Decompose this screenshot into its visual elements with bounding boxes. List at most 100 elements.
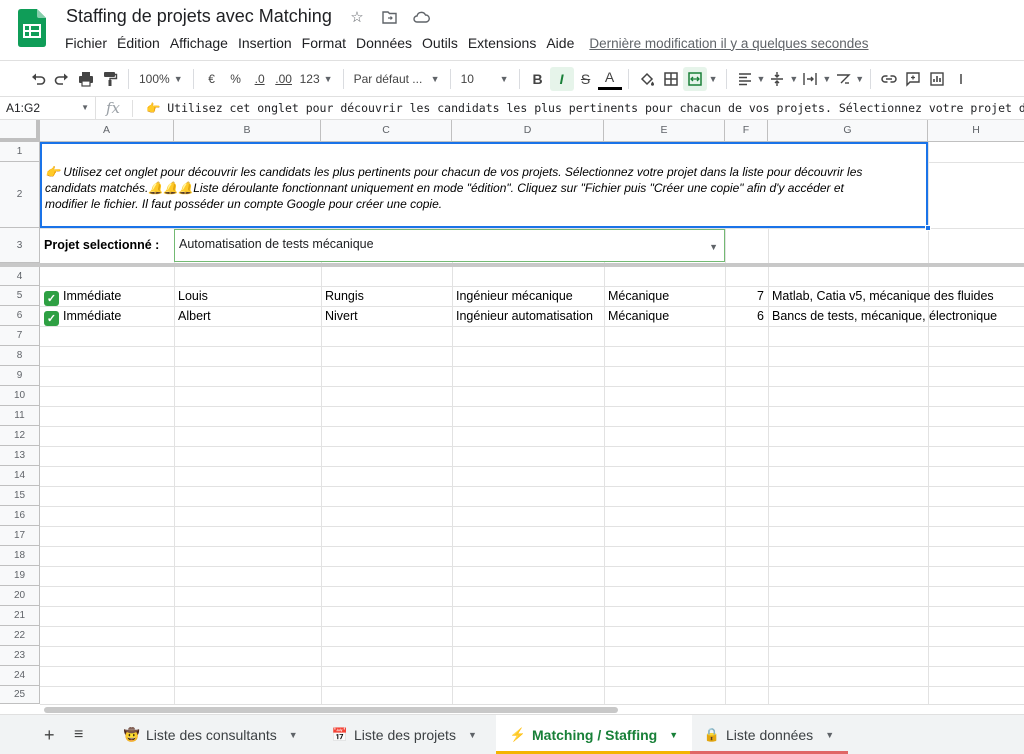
italic-button[interactable]: I: [549, 66, 574, 91]
menu-outils[interactable]: Outils: [417, 34, 463, 52]
skills-cell[interactable]: Matlab, Catia v5, mécanique des fluides: [768, 289, 994, 303]
text-rotation-icon[interactable]: [831, 67, 855, 91]
star-icon[interactable]: ☆: [348, 8, 366, 26]
row-header-3[interactable]: 3: [0, 228, 40, 263]
score-cell[interactable]: 7: [725, 289, 768, 303]
instructions-cell[interactable]: 👉 Utilisez cet onglet pour découvrir les…: [40, 142, 928, 228]
row-header-8[interactable]: 8: [0, 346, 40, 366]
insert-comment-icon[interactable]: [901, 67, 925, 91]
insert-link-icon[interactable]: [877, 67, 901, 91]
tab-liste-donnees[interactable]: 🔒 Liste données ▼: [690, 715, 848, 754]
menu-donnees[interactable]: Données: [351, 34, 417, 52]
skills-cell[interactable]: Bancs de tests, mécanique, électronique: [768, 309, 997, 323]
menu-edition[interactable]: Édition: [112, 34, 165, 52]
row-header-24[interactable]: 24: [0, 666, 40, 686]
availability-cell[interactable]: ✓ Immédiate: [40, 309, 121, 326]
row-header-13[interactable]: 13: [0, 446, 40, 466]
column-header-c[interactable]: C: [321, 120, 452, 142]
text-wrap-icon[interactable]: [798, 67, 822, 91]
insert-chart-icon[interactable]: [925, 67, 949, 91]
menu-aide[interactable]: Aide: [541, 34, 579, 52]
tab-liste-des-consultants[interactable]: 🤠 Liste des consultants ▼: [110, 715, 312, 754]
role-cell[interactable]: Ingénieur automatisation: [452, 309, 593, 323]
text-color-button[interactable]: A: [597, 68, 622, 90]
undo-icon[interactable]: [26, 67, 50, 91]
first-name-cell[interactable]: Albert: [174, 309, 211, 323]
availability-cell[interactable]: ✓ Immédiate: [40, 289, 121, 306]
menu-insertion[interactable]: Insertion: [233, 34, 297, 52]
row-header-5[interactable]: 5: [0, 286, 40, 306]
row-header-12[interactable]: 12: [0, 426, 40, 446]
row-header-1[interactable]: 1: [0, 142, 40, 162]
first-name-cell[interactable]: Louis: [174, 289, 208, 303]
strikethrough-button[interactable]: S: [574, 67, 598, 91]
chevron-down-icon[interactable]: ▼: [789, 74, 798, 84]
move-to-folder-icon[interactable]: [380, 8, 398, 26]
merge-cells-icon[interactable]: [682, 66, 707, 91]
column-header-f[interactable]: F: [725, 120, 768, 142]
row-header-23[interactable]: 23: [0, 646, 40, 666]
row-header-14[interactable]: 14: [0, 466, 40, 486]
document-title[interactable]: Staffing de projets avec Matching: [66, 6, 332, 27]
row-header-25[interactable]: 25: [0, 686, 40, 704]
frozen-rows-divider[interactable]: [0, 263, 1024, 267]
row-header-18[interactable]: 18: [0, 546, 40, 566]
sheets-logo-icon[interactable]: [18, 9, 46, 47]
more-formats-select[interactable]: 123 ▼: [296, 67, 337, 91]
decrease-decimal-button[interactable]: .0: [248, 67, 272, 91]
horizontal-scrollbar[interactable]: [40, 704, 1024, 714]
column-header-b[interactable]: B: [174, 120, 321, 142]
chevron-down-icon[interactable]: ▼: [709, 74, 718, 84]
horizontal-align-icon[interactable]: [733, 67, 757, 91]
column-header-g[interactable]: G: [768, 120, 928, 142]
row-header-22[interactable]: 22: [0, 626, 40, 646]
borders-icon[interactable]: [659, 67, 683, 91]
menu-fichier[interactable]: Fichier: [60, 34, 112, 52]
row-header-4[interactable]: 4: [0, 267, 40, 286]
tab-liste-des-projets[interactable]: 📅 Liste des projets ▼: [318, 715, 491, 754]
tab-matching-staffing[interactable]: ⚡ Matching / Staffing ▼: [496, 715, 693, 754]
bold-button[interactable]: B: [526, 67, 550, 91]
row-header-10[interactable]: 10: [0, 386, 40, 406]
row-header-6[interactable]: 6: [0, 306, 40, 326]
vertical-align-icon[interactable]: [765, 67, 789, 91]
redo-icon[interactable]: [50, 67, 74, 91]
role-cell[interactable]: Ingénieur mécanique: [452, 289, 573, 303]
increase-decimal-button[interactable]: .00: [272, 67, 296, 91]
row-header-21[interactable]: 21: [0, 606, 40, 626]
project-select[interactable]: Automatisation de tests mécanique ▼: [174, 229, 725, 262]
paint-format-icon[interactable]: [98, 67, 122, 91]
row-header-11[interactable]: 11: [0, 406, 40, 426]
fill-handle[interactable]: [925, 225, 931, 231]
city-cell[interactable]: Nivert: [321, 309, 358, 323]
column-header-h[interactable]: H: [928, 120, 1024, 142]
menu-affichage[interactable]: Affichage: [165, 34, 233, 52]
font-size-select[interactable]: 10 ▼: [457, 67, 513, 91]
scrollbar-thumb[interactable]: [44, 707, 618, 713]
all-sheets-icon[interactable]: ≡: [74, 726, 83, 744]
row-header-20[interactable]: 20: [0, 586, 40, 606]
fill-color-icon[interactable]: [635, 67, 659, 91]
select-all-corner[interactable]: [0, 120, 40, 142]
row-header-9[interactable]: 9: [0, 366, 40, 386]
score-cell[interactable]: 6: [725, 309, 768, 323]
row-header-17[interactable]: 17: [0, 526, 40, 546]
chevron-down-icon[interactable]: ▼: [855, 74, 864, 84]
zoom-select[interactable]: 100% ▼: [135, 67, 187, 91]
percent-format-button[interactable]: %: [224, 67, 248, 91]
city-cell[interactable]: Rungis: [321, 289, 364, 303]
add-sheet-icon[interactable]: +: [44, 725, 55, 746]
column-header-e[interactable]: E: [604, 120, 725, 142]
last-edit-link[interactable]: Dernière modification il y a quelques se…: [589, 36, 868, 51]
menu-extensions[interactable]: Extensions: [463, 34, 541, 52]
domain-cell[interactable]: Mécanique: [604, 289, 669, 303]
domain-cell[interactable]: Mécanique: [604, 309, 669, 323]
column-header-a[interactable]: A: [40, 120, 174, 142]
row-header-2[interactable]: 2: [0, 162, 40, 228]
more-options-icon[interactable]: [949, 67, 973, 91]
row-header-16[interactable]: 16: [0, 506, 40, 526]
print-icon[interactable]: [74, 67, 98, 91]
name-box[interactable]: A1:G2 ▼: [0, 97, 96, 120]
row-header-7[interactable]: 7: [0, 326, 40, 346]
row-header-15[interactable]: 15: [0, 486, 40, 506]
